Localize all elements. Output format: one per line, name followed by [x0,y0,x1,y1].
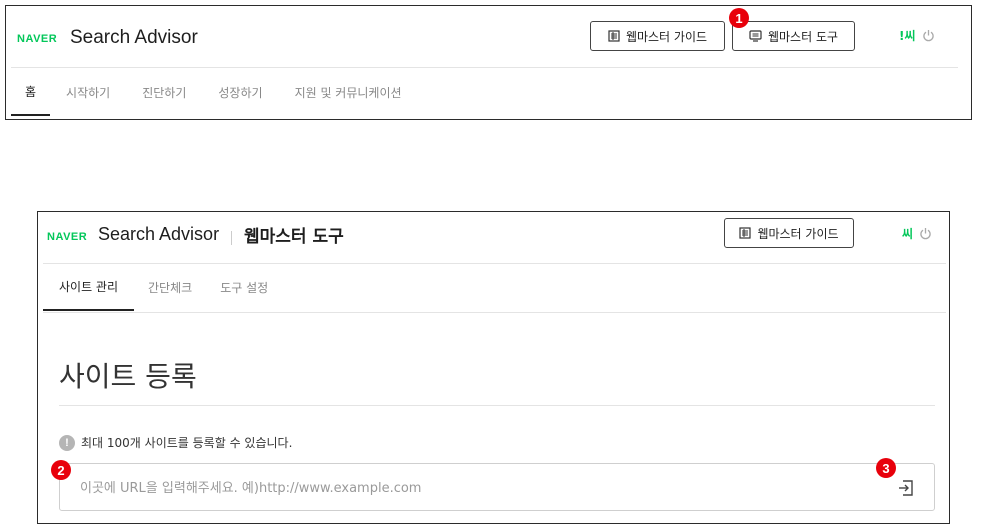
info-icon: ! [59,434,75,451]
naver-logo[interactable]: NAVER [47,231,87,243]
main-nav: 홈 시작하기 진단하기 성장하기 지원 및 커뮤니케이션 [11,68,418,118]
section-title: 웹마스터 도구 [244,227,344,247]
tab-getting-started[interactable]: 시작하기 [50,68,126,116]
webmaster-guide-label: 웹마스터 가이드 [757,226,839,241]
brand-title[interactable]: Search Advisor [70,27,198,49]
naver-logo[interactable]: NAVER [17,33,57,45]
enter-icon [899,480,913,496]
power-icon[interactable] [922,29,935,42]
user-name: 씨 [902,227,914,241]
title-separator [231,231,232,245]
document-icon [739,227,752,239]
webmaster-tools-label: 웹마스터 도구 [767,29,839,44]
tab-home[interactable]: 홈 [11,68,51,116]
tab-support-community[interactable]: 지원 및 커뮤니케이션 [279,68,418,116]
site-url-field [59,463,935,512]
tab-diagnose[interactable]: 진단하기 [126,68,202,116]
monitor-icon [749,30,762,42]
tab-quick-check[interactable]: 간단체크 [134,264,206,311]
callout-badge-3: 3 [876,458,896,478]
webmaster-guide-button[interactable]: 웹마스터 가이드 [724,218,854,248]
info-message: ! 최대 100개 사이트를 등록할 수 있습니다. [59,434,292,451]
user-menu[interactable]: 씨 [902,225,932,242]
search-advisor-home-panel: NAVER Search Advisor 웹마스터 가이드 웹마스터 도구 !씨… [5,5,972,120]
tab-tool-settings[interactable]: 도구 설정 [206,264,282,311]
power-icon[interactable] [919,227,932,240]
site-url-input[interactable] [78,464,862,512]
tab-site-management[interactable]: 사이트 관리 [43,264,135,311]
webmaster-guide-label: 웹마스터 가이드 [625,29,708,44]
webmaster-nav: 사이트 관리 간단체크 도구 설정 [43,264,282,312]
callout-badge-2: 2 [51,460,71,480]
user-name: !씨 [899,29,916,43]
webmaster-guide-button[interactable]: 웹마스터 가이드 [590,21,725,51]
webmaster-tools-button[interactable]: 웹마스터 도구 [732,21,855,51]
document-icon [608,30,620,42]
webmaster-tools-panel: NAVER Search Advisor 웹마스터 도구 웹마스터 가이드 씨 … [37,211,950,524]
page-title: 사이트 등록 [59,360,197,393]
tab-grow[interactable]: 성장하기 [202,68,278,116]
title-divider [59,405,935,406]
register-site-button[interactable] [896,478,916,498]
brand-title[interactable]: Search Advisor [98,224,219,245]
info-text: 최대 100개 사이트를 등록할 수 있습니다. [81,436,293,450]
user-menu[interactable]: !씨 [899,27,935,44]
callout-badge-1: 1 [729,8,749,28]
